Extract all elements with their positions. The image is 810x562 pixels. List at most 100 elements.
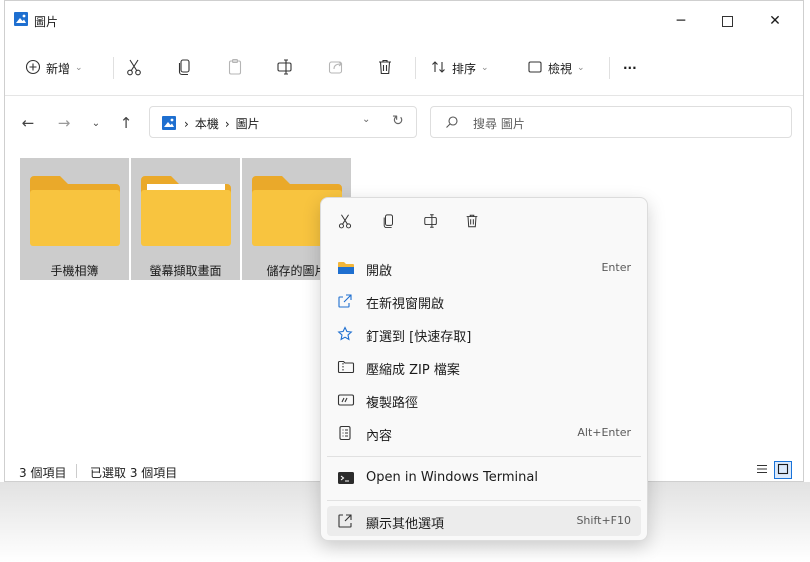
breadcrumb-pictures[interactable]: 圖片 bbox=[236, 115, 260, 132]
details-view-button[interactable] bbox=[753, 461, 771, 479]
forward-button[interactable]: → bbox=[51, 109, 77, 137]
divider bbox=[609, 57, 610, 79]
new-button[interactable]: 新增 ⌄ bbox=[25, 53, 83, 83]
folder-icon bbox=[30, 174, 120, 249]
menu-item-copy-path[interactable]: 複製路徑 bbox=[327, 385, 641, 415]
menu-item-label: 內容 bbox=[366, 429, 393, 444]
share-icon bbox=[327, 58, 345, 79]
context-delete-button[interactable] bbox=[460, 210, 484, 234]
terminal-icon bbox=[337, 470, 355, 486]
address-bar[interactable]: › 本機 › 圖片 ⌄ ↻ bbox=[149, 106, 417, 138]
search-placeholder: 搜尋 圖片 bbox=[473, 117, 525, 131]
open-folder-icon bbox=[337, 260, 355, 276]
star-icon bbox=[337, 326, 355, 342]
maximize-button[interactable] bbox=[707, 7, 747, 35]
divider bbox=[415, 57, 416, 79]
chevron-right-icon: › bbox=[184, 116, 189, 131]
share-button[interactable] bbox=[327, 53, 345, 83]
open-new-window-icon bbox=[337, 293, 355, 309]
trash-icon bbox=[464, 213, 480, 232]
context-quick-actions bbox=[321, 198, 647, 246]
arrow-up-icon: ↑ bbox=[119, 114, 133, 132]
arrow-right-icon: → bbox=[57, 114, 71, 132]
address-history-dropdown[interactable]: ⌄ bbox=[362, 114, 370, 125]
cut-button[interactable] bbox=[125, 53, 143, 83]
divider bbox=[113, 57, 114, 79]
back-button[interactable]: ← bbox=[15, 109, 41, 137]
list-view-icon bbox=[756, 463, 768, 478]
properties-icon bbox=[337, 425, 355, 441]
refresh-icon[interactable]: ↻ bbox=[392, 113, 404, 129]
menu-item-show-more-options[interactable]: 顯示其他選項 Shift+F10 bbox=[327, 506, 641, 536]
selected-count: 已選取 3 個項目 bbox=[90, 466, 178, 480]
pictures-folder-icon bbox=[14, 12, 28, 29]
rename-icon bbox=[423, 213, 439, 232]
menu-item-open[interactable]: 開啟 Enter bbox=[327, 253, 641, 283]
menu-item-open-new-window[interactable]: 在新視窗開啟 bbox=[327, 286, 641, 316]
new-label: 新增 bbox=[46, 61, 71, 76]
menu-item-label: 釘選到 [快速存取] bbox=[366, 330, 472, 345]
view-button[interactable]: 檢視 ⌄ bbox=[527, 53, 585, 83]
delete-button[interactable] bbox=[376, 53, 394, 83]
menu-item-pin-quick-access[interactable]: 釘選到 [快速存取] bbox=[327, 319, 641, 349]
menu-item-compress-zip[interactable]: 壓縮成 ZIP 檔案 bbox=[327, 352, 641, 382]
sort-label: 排序 bbox=[452, 61, 477, 76]
folder-item[interactable]: 螢幕擷取畫面 bbox=[131, 158, 240, 280]
close-button[interactable]: ✕ bbox=[755, 7, 795, 35]
menu-separator bbox=[327, 500, 641, 501]
chevron-down-icon: ⌄ bbox=[75, 63, 83, 73]
paste-icon bbox=[227, 58, 243, 79]
rename-button[interactable] bbox=[276, 53, 294, 83]
title-bar: 圖片 ─ ✕ bbox=[5, 1, 803, 41]
chevron-down-icon: ⌄ bbox=[481, 63, 489, 73]
menu-item-label: 在新視窗開啟 bbox=[366, 297, 445, 312]
address-row: ← → ⌄ ↑ › 本機 › 圖片 ⌄ ↻ 搜尋 圖片 bbox=[5, 101, 803, 145]
sort-icon bbox=[431, 59, 447, 78]
up-button[interactable]: ↑ bbox=[113, 109, 139, 137]
window-title: 圖片 bbox=[34, 15, 59, 29]
context-cut-button[interactable] bbox=[333, 210, 357, 234]
maximize-icon bbox=[721, 15, 733, 27]
folder-item[interactable]: 手機相簿 bbox=[20, 158, 129, 280]
breadcrumb-this-pc[interactable]: 本機 bbox=[195, 115, 219, 132]
zip-folder-icon bbox=[337, 359, 355, 375]
rename-icon bbox=[276, 58, 294, 79]
divider bbox=[76, 464, 77, 478]
add-circle-icon bbox=[25, 59, 41, 78]
scissors-icon bbox=[337, 213, 353, 232]
sort-button[interactable]: 排序 ⌄ bbox=[431, 53, 489, 83]
pictures-folder-icon bbox=[162, 116, 176, 133]
menu-item-shortcut: Alt+Enter bbox=[577, 426, 631, 439]
copy-button[interactable] bbox=[177, 53, 193, 83]
menu-item-label: 開啟 bbox=[366, 264, 393, 279]
context-rename-button[interactable] bbox=[419, 210, 443, 234]
view-icon bbox=[527, 59, 543, 78]
recent-locations-button[interactable]: ⌄ bbox=[83, 109, 109, 137]
item-count: 3 個項目 bbox=[19, 466, 67, 480]
search-box[interactable]: 搜尋 圖片 bbox=[430, 106, 792, 138]
paste-button[interactable] bbox=[227, 53, 243, 83]
menu-item-open-terminal[interactable]: Open in Windows Terminal bbox=[327, 463, 641, 493]
more-icon: ··· bbox=[623, 61, 637, 75]
tiles-view-icon bbox=[777, 463, 789, 478]
minimize-icon: ─ bbox=[676, 13, 686, 29]
folder-name: 螢幕擷取畫面 bbox=[149, 264, 222, 278]
chevron-down-icon: ⌄ bbox=[577, 63, 585, 73]
chevron-down-icon: ⌄ bbox=[91, 117, 101, 129]
context-copy-button[interactable] bbox=[377, 210, 401, 234]
copy-path-icon bbox=[337, 392, 355, 408]
menu-separator bbox=[327, 456, 641, 457]
command-bar: 新增 ⌄ 排序 ⌄ 檢視 ⌄ ··· bbox=[5, 41, 803, 96]
chevron-right-icon: › bbox=[224, 116, 230, 131]
context-menu: 開啟 Enter 在新視窗開啟 釘選到 [快速存取] 壓縮成 ZIP 檔案 複製… bbox=[320, 197, 648, 541]
menu-item-shortcut: Enter bbox=[601, 261, 631, 274]
folder-icon bbox=[141, 174, 231, 249]
minimize-button[interactable]: ─ bbox=[661, 7, 701, 35]
menu-item-properties[interactable]: 內容 Alt+Enter bbox=[327, 418, 641, 448]
scissors-icon bbox=[125, 58, 143, 79]
more-options-button[interactable]: ··· bbox=[623, 53, 637, 83]
menu-item-shortcut: Shift+F10 bbox=[576, 514, 631, 527]
menu-item-label: 複製路徑 bbox=[366, 396, 419, 411]
breadcrumb: › 本機 › 圖片 bbox=[184, 115, 260, 132]
large-icons-view-button[interactable] bbox=[774, 461, 792, 479]
